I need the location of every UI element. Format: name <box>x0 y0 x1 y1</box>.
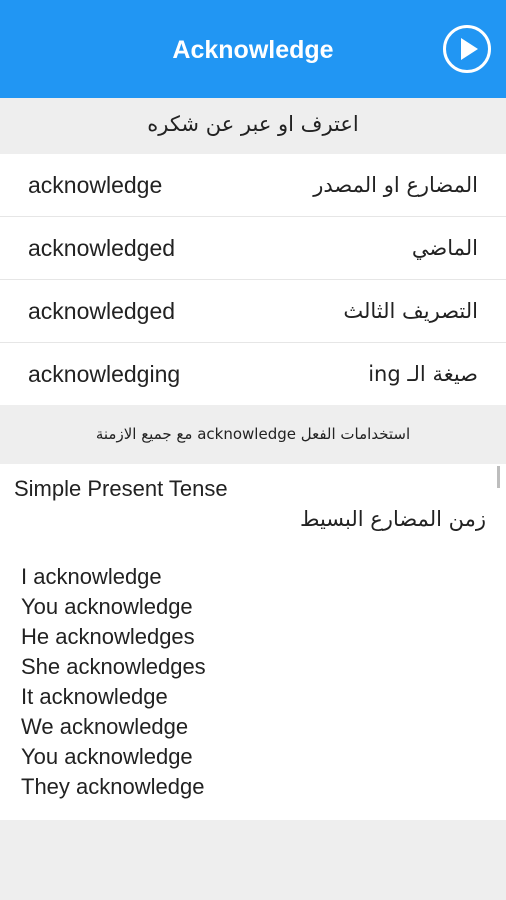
conjugation-line: She acknowledges <box>21 654 206 679</box>
verb-form-arabic-label: الماضي <box>411 236 478 260</box>
verb-form-row-ing: acknowledging صيغة الـ ing <box>0 343 506 405</box>
play-icon <box>461 38 478 60</box>
verb-form-arabic-label: التصريف الثالث <box>343 299 478 323</box>
conjugation-line: They acknowledge <box>21 774 205 799</box>
verb-form-row-present: acknowledge المضارع او المصدر <box>0 154 506 217</box>
verb-form-arabic-label: المضارع او المصدر <box>313 173 478 197</box>
verb-form-row-past: acknowledged الماضي <box>0 217 506 280</box>
conjugation-line: He acknowledges <box>21 624 195 649</box>
app-bar: Acknowledge <box>0 0 506 98</box>
verb-form-english: acknowledging <box>28 361 181 387</box>
verb-form-arabic-label: صيغة الـ ing <box>368 362 478 386</box>
verb-translation: اعترف او عبر عن شكره <box>0 98 506 154</box>
verb-form-english: acknowledged <box>28 298 176 324</box>
verb-form-english: acknowledged <box>28 235 176 261</box>
conjugation-line: I acknowledge <box>21 564 162 589</box>
tense-title-arabic: زمن المضارع البسيط <box>300 507 486 531</box>
conjugation-line: You acknowledge <box>21 594 193 619</box>
verb-forms-list: acknowledge المضارع او المصدر acknowledg… <box>0 154 506 405</box>
play-button[interactable] <box>443 25 491 73</box>
verb-form-row-past-participle: acknowledged التصريف الثالث <box>0 280 506 343</box>
conjugation-line: We acknowledge <box>21 714 189 739</box>
conjugation-line: It acknowledge <box>21 684 168 709</box>
tense-title-english: Simple Present Tense <box>14 476 228 501</box>
usage-section-title: استخدامات الفعل acknowledge مع جميع الاز… <box>0 406 506 464</box>
scrollbar[interactable] <box>497 466 500 488</box>
tense-content-panel[interactable]: Simple Present Tense زمن المضارع البسيط … <box>0 464 506 820</box>
app-title: Acknowledge <box>172 36 334 64</box>
conjugation-line: You acknowledge <box>21 744 193 769</box>
verb-form-english: acknowledge <box>28 172 163 198</box>
conjugation-list: I acknowledge You acknowledge He acknowl… <box>21 562 206 802</box>
